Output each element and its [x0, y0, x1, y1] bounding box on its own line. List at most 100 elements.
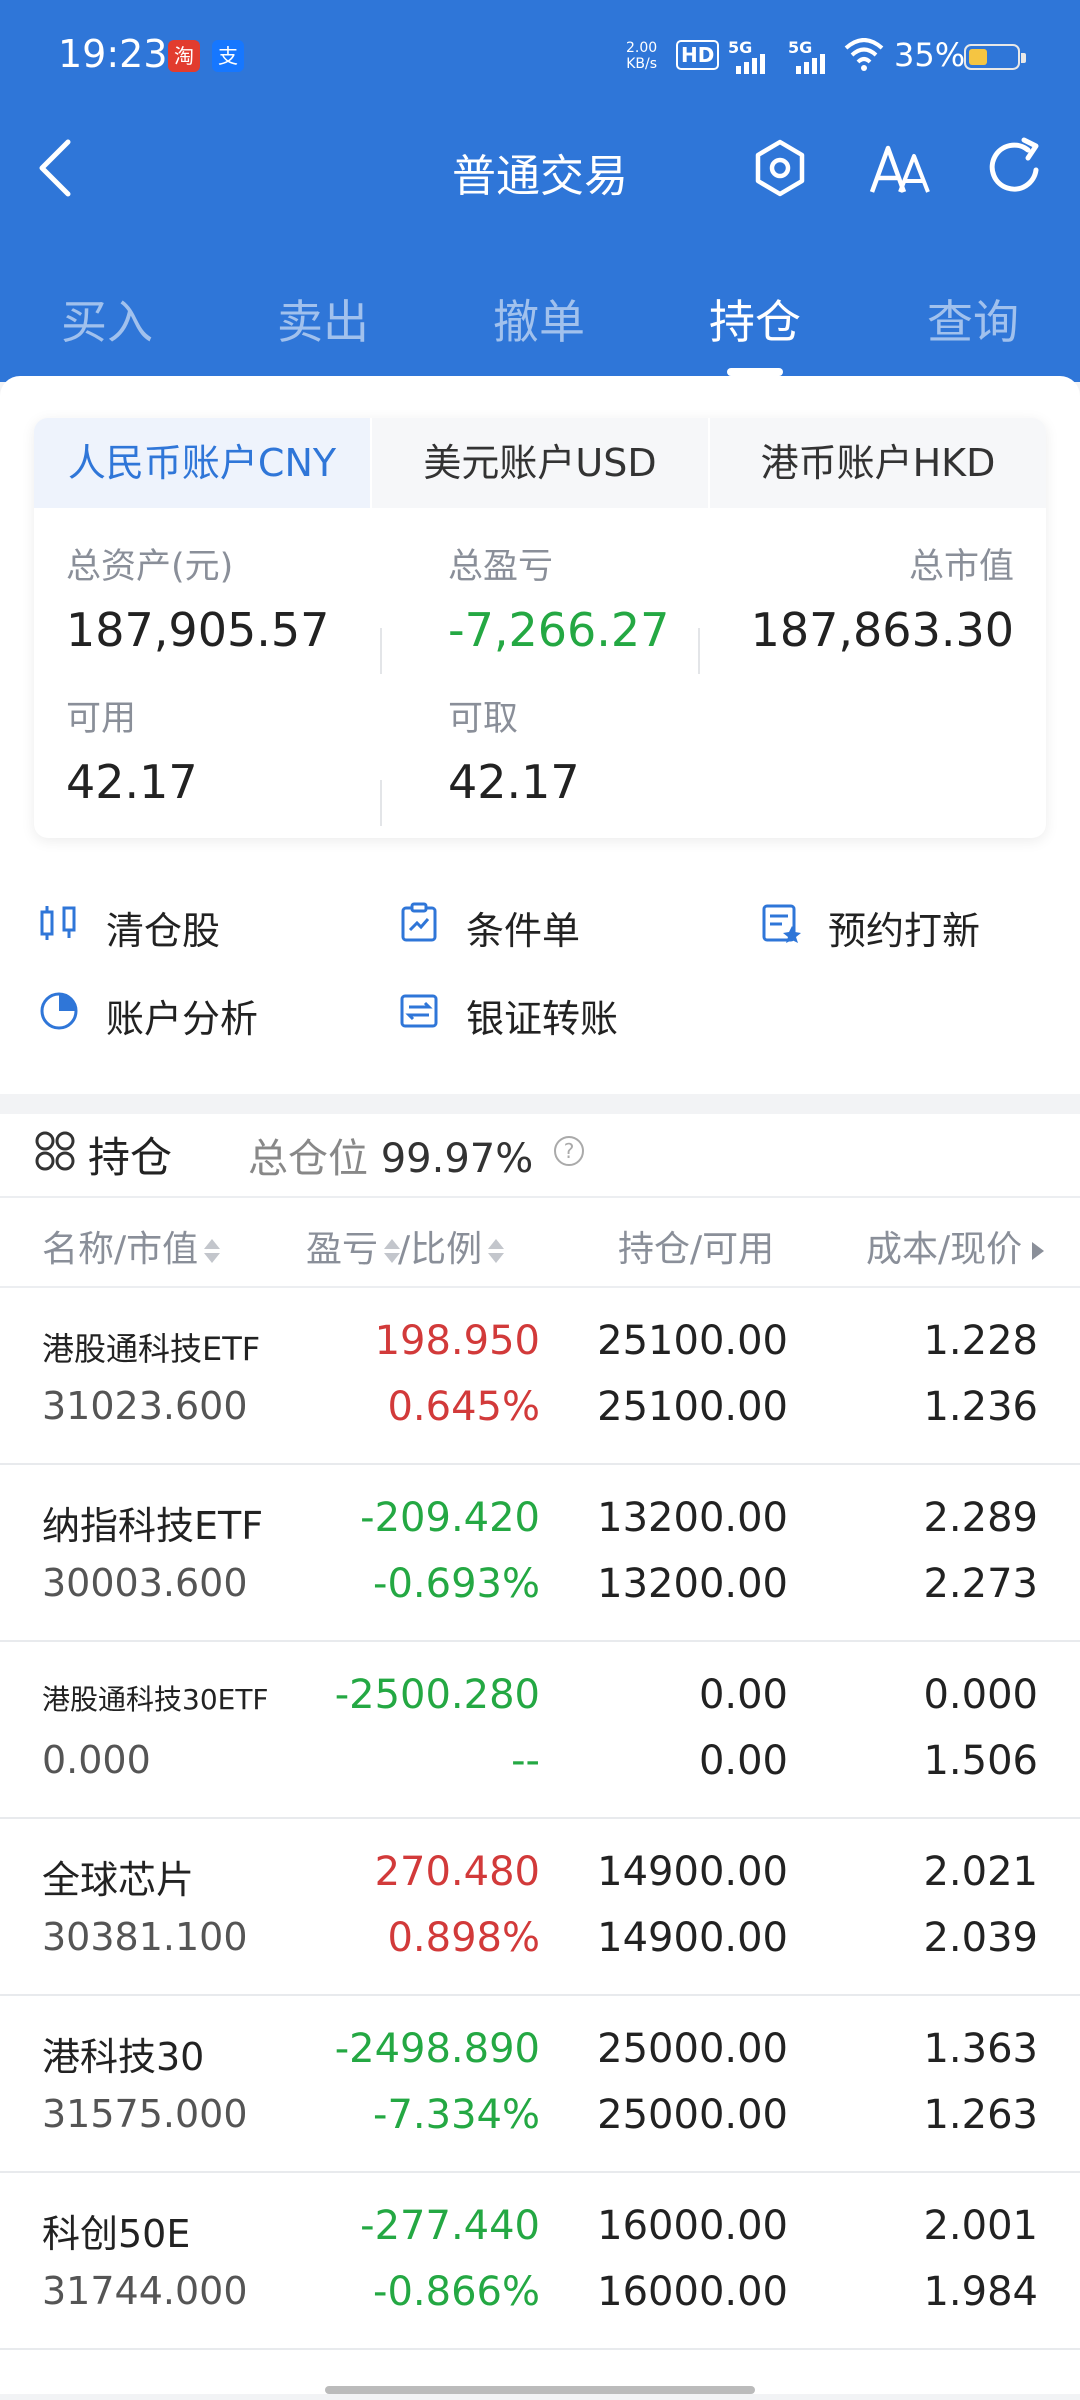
market-value: 30381.100 — [42, 1915, 248, 1959]
ipo-reserve-label: 预约打新 — [828, 909, 981, 953]
tab-usd-account[interactable]: 美元账户USD — [370, 418, 708, 508]
signal-5g-icon: 5G — [788, 38, 836, 74]
status-bar: 19:23 淘 支 2.00 KB/s HD 5G 5G 35% — [0, 0, 1080, 112]
grid-icon — [35, 1131, 75, 1171]
holding-qty: 25000.00 — [597, 2026, 788, 2072]
total-assets: 总资产(元) 187,905.57 — [66, 538, 329, 657]
ipo-reserve-icon — [762, 904, 801, 943]
sort-icon — [384, 1239, 401, 1263]
col-pl-ratio[interactable]: 盈亏/比例 — [306, 1220, 505, 1272]
scroll-right-icon[interactable] — [1032, 1242, 1045, 1260]
available-qty: 25000.00 — [597, 2092, 788, 2138]
holdings-header: 持仓 总仓位 99.97% ? — [0, 1114, 1080, 1196]
holdings-list: 港股通科技ETF 31023.600 198.950 0.645% 25100.… — [0, 1288, 1080, 2350]
taobao-notification-icon: 淘 — [168, 40, 200, 72]
table-row[interactable]: 纳指科技ETF 30003.600 -209.420 -0.693% 13200… — [0, 1465, 1080, 1642]
active-tab-indicator — [727, 368, 783, 376]
market-value: 31575.000 — [42, 2092, 248, 2136]
tab-hkd-account[interactable]: 港币账户HKD — [708, 418, 1046, 508]
divider — [380, 780, 382, 826]
profit-loss-ratio: -- — [511, 1738, 540, 1784]
hd-voice-icon: HD — [676, 40, 720, 70]
table-row[interactable]: 全球芯片 30381.100 270.480 0.898% 14900.00 1… — [0, 1819, 1080, 1996]
col-cost-price[interactable]: 成本/现价 — [866, 1220, 1045, 1272]
security-name: 科创50E — [42, 2212, 191, 2256]
settings-hex-icon[interactable] — [744, 132, 816, 204]
cost-price: 0.000 — [923, 1672, 1038, 1718]
current-price: 2.039 — [923, 1915, 1038, 1961]
market-value: 30003.600 — [42, 1561, 248, 1605]
tab-cancel-order[interactable]: 撤单 — [469, 286, 609, 352]
ipo-reserve-button[interactable]: 预约打新 — [760, 900, 1060, 953]
total-position: 总仓位 99.97% — [248, 1126, 533, 1184]
cost-price: 1.363 — [923, 2026, 1038, 2072]
divider — [698, 628, 700, 674]
withdrawable-value: 42.17 — [448, 755, 580, 809]
bank-transfer-button[interactable]: 银证转账 — [398, 988, 698, 1041]
tab-query[interactable]: 查询 — [903, 286, 1043, 352]
account-analysis-button[interactable]: 账户分析 — [38, 988, 338, 1041]
tab-holdings[interactable]: 持仓 — [685, 286, 825, 352]
security-name: 港科技30 — [42, 2035, 205, 2079]
divider — [380, 628, 382, 674]
cost-price: 1.228 — [923, 1318, 1038, 1364]
bank-transfer-label: 银证转账 — [466, 997, 619, 1041]
trade-tabs: 买入 卖出 撤单 持仓 查询 — [0, 266, 1080, 382]
conditional-order-button[interactable]: 条件单 — [398, 900, 698, 953]
available-qty: 16000.00 — [597, 2269, 788, 2315]
clear-position-icon — [40, 906, 76, 940]
security-name: 全球芯片 — [42, 1858, 195, 1902]
alipay-notification-icon: 支 — [212, 40, 244, 72]
cost-price: 2.289 — [923, 1495, 1038, 1541]
account-summary-card: 人民币账户CNY 美元账户USD 港币账户HKD 总资产(元) 187,905.… — [34, 418, 1046, 838]
holding-qty: 0.00 — [698, 1672, 788, 1718]
home-indicator[interactable] — [325, 2386, 755, 2394]
available-qty: 0.00 — [698, 1738, 788, 1784]
available-qty: 14900.00 — [597, 1915, 788, 1961]
available-qty: 13200.00 — [597, 1561, 788, 1607]
account-analysis-label: 账户分析 — [106, 997, 259, 1041]
col-name-mv[interactable]: 名称/市值 — [42, 1220, 221, 1272]
profit-loss-ratio: 0.898% — [387, 1915, 540, 1961]
total-assets-label: 总资产(元) — [66, 547, 234, 587]
current-price: 1.506 — [923, 1738, 1038, 1784]
col-hold-avail: 持仓/可用 — [618, 1229, 775, 1270]
status-time: 19:23 — [58, 32, 168, 76]
profit-loss: -2500.280 — [334, 1672, 540, 1718]
tab-sell[interactable]: 卖出 — [253, 286, 393, 352]
profit-loss-ratio: -7.334% — [373, 2092, 540, 2138]
refresh-icon[interactable] — [978, 132, 1050, 204]
tab-cny-account[interactable]: 人民币账户CNY — [34, 418, 370, 508]
holdings-title: 持仓 — [88, 1133, 173, 1182]
market-value-value: 187,863.30 — [750, 603, 1014, 657]
available-qty: 25100.00 — [597, 1384, 788, 1430]
available-label: 可用 — [66, 699, 137, 739]
tab-buy[interactable]: 买入 — [37, 286, 177, 352]
conditional-order-label: 条件单 — [466, 909, 581, 953]
available-value: 42.17 — [66, 755, 198, 809]
market-value: 31023.600 — [42, 1384, 248, 1428]
profit-loss: 198.950 — [374, 1318, 540, 1364]
available-funds: 可用 42.17 — [66, 690, 198, 809]
clear-position-button[interactable]: 清仓股 — [38, 900, 338, 953]
holding-qty: 13200.00 — [597, 1495, 788, 1541]
holdings-table-header: 名称/市值 盈亏/比例 持仓/可用 成本/现价 — [0, 1196, 1080, 1288]
market-value: 总市值 187,863.30 — [751, 538, 1014, 657]
current-price: 1.236 — [923, 1384, 1038, 1430]
help-icon[interactable]: ? — [554, 1136, 584, 1166]
signal-5g-icon: 5G — [728, 38, 776, 74]
profit-loss-ratio: -0.693% — [373, 1561, 540, 1607]
table-row[interactable]: 港股通科技30ETF 0.000 -2500.280 -- 0.00 0.00 … — [0, 1642, 1080, 1819]
current-price: 2.273 — [923, 1561, 1038, 1607]
total-assets-value: 187,905.57 — [66, 603, 330, 657]
currency-tabs: 人民币账户CNY 美元账户USD 港币账户HKD — [34, 418, 1046, 508]
current-price: 1.263 — [923, 2092, 1038, 2138]
font-size-icon[interactable] — [864, 132, 936, 204]
nav-bar: 普通交易 — [0, 112, 1080, 228]
table-row[interactable]: 科创50E 31744.000 -277.440 -0.866% 16000.0… — [0, 2173, 1080, 2350]
table-row[interactable]: 港股通科技ETF 31023.600 198.950 0.645% 25100.… — [0, 1288, 1080, 1465]
total-position-value: 99.97% — [380, 1136, 534, 1182]
conditional-order-icon — [401, 902, 437, 942]
security-name: 港股通科技30ETF — [42, 1683, 269, 1716]
table-row[interactable]: 港科技30 31575.000 -2498.890 -7.334% 25000.… — [0, 1996, 1080, 2173]
